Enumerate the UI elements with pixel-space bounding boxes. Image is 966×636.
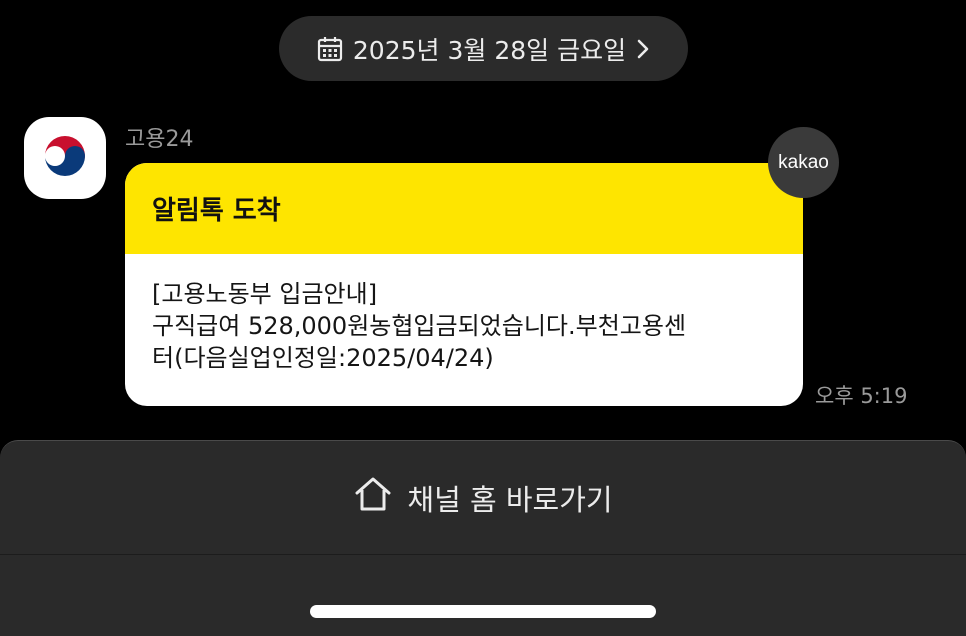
channel-home-label: 채널 홈 바로가기 (407, 482, 613, 517)
sender-name: 고용24 (125, 127, 194, 152)
message-line: 터(다음실업인정일:2025/04/24) (152, 344, 494, 372)
taegeuk-logo-icon (39, 130, 91, 186)
calendar-icon (317, 36, 343, 62)
kakao-badge: kakao (768, 127, 839, 198)
channel-home-button[interactable]: 채널 홈 바로가기 (0, 441, 966, 554)
home-icon (353, 476, 393, 519)
message-timestamp: 오후 5:19 (815, 384, 908, 408)
home-indicator[interactable] (310, 605, 656, 618)
alimtalk-message-bubble[interactable]: 알림톡 도착 [고용노동부 입금안내] 구직급여 528,000원농협입금되었습… (125, 163, 803, 406)
chevron-right-icon (636, 38, 650, 60)
date-button[interactable]: 2025년 3월 28일 금요일 (279, 16, 688, 81)
message-line: 구직급여 528,000원농협입금되었습니다.부천고용센 (152, 312, 687, 340)
sender-avatar[interactable] (24, 117, 106, 199)
chat-screen: 2025년 3월 28일 금요일 고용24 알림톡 도착 [고용노동부 입금안내… (0, 0, 966, 636)
bubble-header: 알림톡 도착 (125, 163, 803, 254)
bubble-body: [고용노동부 입금안내] 구직급여 528,000원농협입금되었습니다.부천고용… (125, 254, 803, 374)
bottom-sheet: 채널 홈 바로가기 (0, 440, 966, 636)
date-label: 2025년 3월 28일 금요일 (352, 35, 627, 65)
divider (0, 554, 966, 555)
message-line: [고용노동부 입금안내] (152, 280, 378, 308)
